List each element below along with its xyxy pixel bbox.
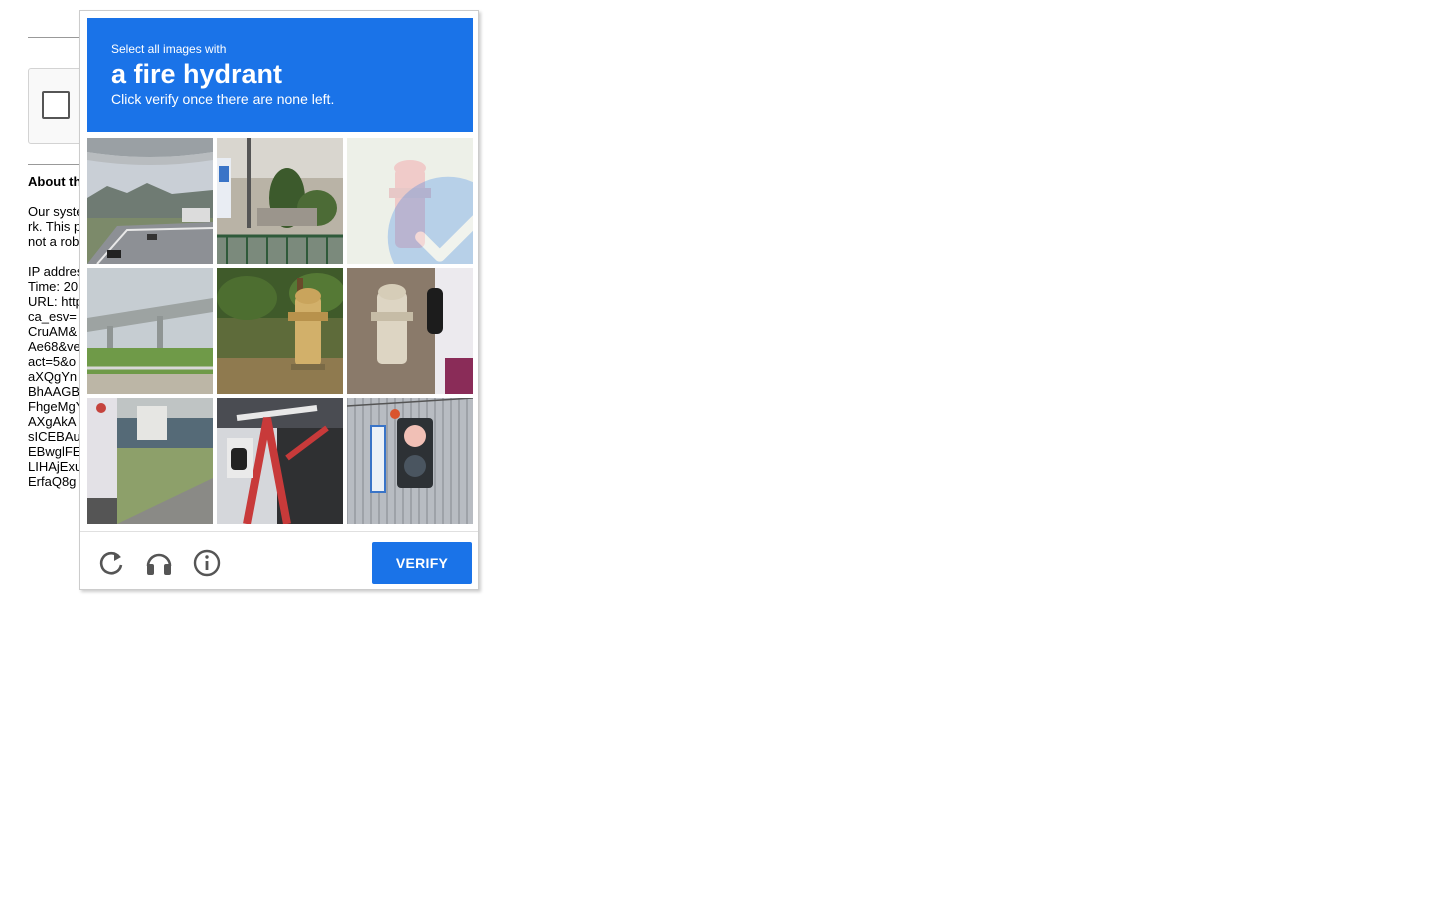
info-icon[interactable] [192,548,222,578]
image-tile-8[interactable] [217,398,343,524]
url-cont-5: aXQgYn [28,369,78,384]
image-tile-9[interactable] [347,398,473,524]
not-robot-checkbox[interactable] [42,91,70,119]
image-tile-5[interactable] [217,268,343,394]
verify-button[interactable]: VERIFY [372,542,472,584]
about-line-1: Our syste [28,204,84,219]
about-line-3: not a rob [28,234,80,249]
instruction-small: Select all images with [111,42,227,56]
challenge-header: Select all images with a fire hydrant Cl… [87,18,473,132]
image-grid [87,138,473,524]
url-cont-6: BhAAGB [28,384,81,399]
selected-check-icon [387,176,473,264]
url-cont-12: ErfaQ8g [28,474,77,489]
url-cont-8: AXgAkA [28,414,77,429]
image-tile-2[interactable] [217,138,343,264]
url-cont-3: Ae68&ve [28,339,81,354]
reload-icon[interactable] [96,548,126,578]
tile-4-image [87,268,213,394]
tile-2-image [217,138,343,264]
tile-7-image [87,398,213,524]
url-cont-10: EBwglFE [28,444,82,459]
image-tile-7[interactable] [87,398,213,524]
about-line-2: rk. This p [28,219,82,234]
url-cont-1: ca_esv= [28,309,77,324]
challenge-footer: VERIFY [80,531,478,590]
image-tile-4[interactable] [87,268,213,394]
instruction-note: Click verify once there are none left. [111,91,335,107]
tile-1-image [87,138,213,264]
about-heading: About th [28,174,82,189]
url-cont-11: LIHAjExu [28,459,83,474]
instruction-target: a fire hydrant [111,59,283,89]
headphones-icon[interactable] [144,548,174,578]
url-cont-4: act=5&o [28,354,77,369]
tile-8-image [217,398,343,524]
time-line: Time: 20 [28,279,79,294]
url-line: URL: http [28,294,83,309]
tile-6-image [347,268,473,394]
recaptcha-challenge-popup: Select all images with a fire hydrant Cl… [79,10,479,590]
tile-9-image [347,398,473,524]
url-cont-2: CruAM& [28,324,78,339]
image-tile-6[interactable] [347,268,473,394]
image-tile-1[interactable] [87,138,213,264]
url-cont-9: sICEBAu [28,429,81,444]
ip-address-line: IP addres [28,264,84,279]
tile-5-image [217,268,343,394]
url-cont-7: FhgeMgY [28,399,85,414]
image-tile-3[interactable] [347,138,473,264]
